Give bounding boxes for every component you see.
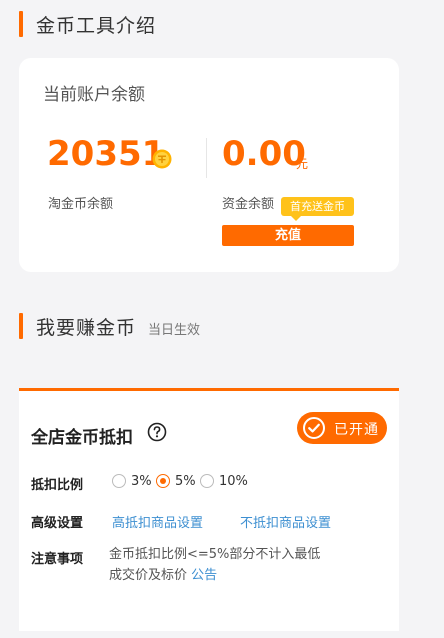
account-card-title: 当前账户余额 — [43, 85, 145, 105]
notes-line-1: 金币抵扣比例<=5%部分不计入最低 — [109, 547, 321, 562]
coin-icon — [152, 149, 172, 169]
intro-section-header: 金币工具介绍 — [19, 11, 156, 37]
ratio-label: 抵扣比例 — [31, 478, 84, 493]
ratio-option-10[interactable]: 10% — [200, 472, 248, 490]
check-circle-icon — [303, 417, 325, 439]
recharge-button[interactable]: 充值 — [222, 225, 354, 246]
notes-label: 注意事项 — [31, 552, 84, 567]
radio-button[interactable] — [112, 474, 126, 488]
deduction-title: 全店金币抵扣 — [31, 428, 133, 448]
radio-button[interactable] — [200, 474, 214, 488]
ratio-option-5[interactable]: 5% — [156, 472, 196, 490]
account-balance-card: 当前账户余额 20351 淘金币余额 0.00 元 资金余额 首充送金币 充值 — [19, 58, 399, 272]
funds-balance-label: 资金余额 — [222, 197, 275, 212]
funds-balance-value: 0.00 — [222, 134, 306, 174]
ratio-option-3[interactable]: 3% — [112, 472, 152, 490]
funds-unit: 元 — [296, 157, 309, 171]
ratio-option-label: 10% — [219, 473, 248, 489]
high-deduction-products-link[interactable]: 高抵扣商品设置 — [112, 512, 203, 531]
advanced-settings-label: 高级设置 — [31, 516, 84, 531]
store-coin-deduction-card: 全店金币抵扣 已开通 抵扣比例 3% 5% 10% 高级设置 高抵扣商品设置 不… — [19, 388, 399, 631]
coins-balance-value: 20351 — [47, 134, 166, 174]
earn-section-subtitle: 当日生效 — [148, 323, 201, 338]
ratio-option-label: 5% — [175, 473, 196, 489]
coins-balance-label: 淘金币余额 — [48, 197, 114, 212]
balance-divider — [206, 138, 207, 178]
deduction-enabled-toggle[interactable]: 已开通 — [297, 412, 387, 444]
section-accent-bar — [19, 313, 23, 339]
notes-text: 金币抵扣比例<=5%部分不计入最低 成交价及标价 公告 — [109, 544, 339, 586]
radio-button-selected[interactable] — [156, 474, 170, 488]
ratio-option-label: 3% — [131, 473, 152, 489]
announcement-link[interactable]: 公告 — [191, 568, 217, 583]
no-deduction-products-link[interactable]: 不抵扣商品设置 — [240, 512, 331, 531]
first-recharge-promo-badge: 首充送金币 — [281, 197, 354, 221]
earn-section-title: 我要赚金币 — [36, 316, 137, 339]
help-icon[interactable] — [147, 422, 167, 442]
toggle-status-label: 已开通 — [334, 422, 379, 438]
section-accent-bar — [19, 11, 23, 37]
earn-section-header: 我要赚金币 当日生效 — [19, 313, 200, 339]
intro-section-title: 金币工具介绍 — [36, 14, 157, 37]
notes-line-2: 成交价及标价 — [109, 568, 188, 583]
